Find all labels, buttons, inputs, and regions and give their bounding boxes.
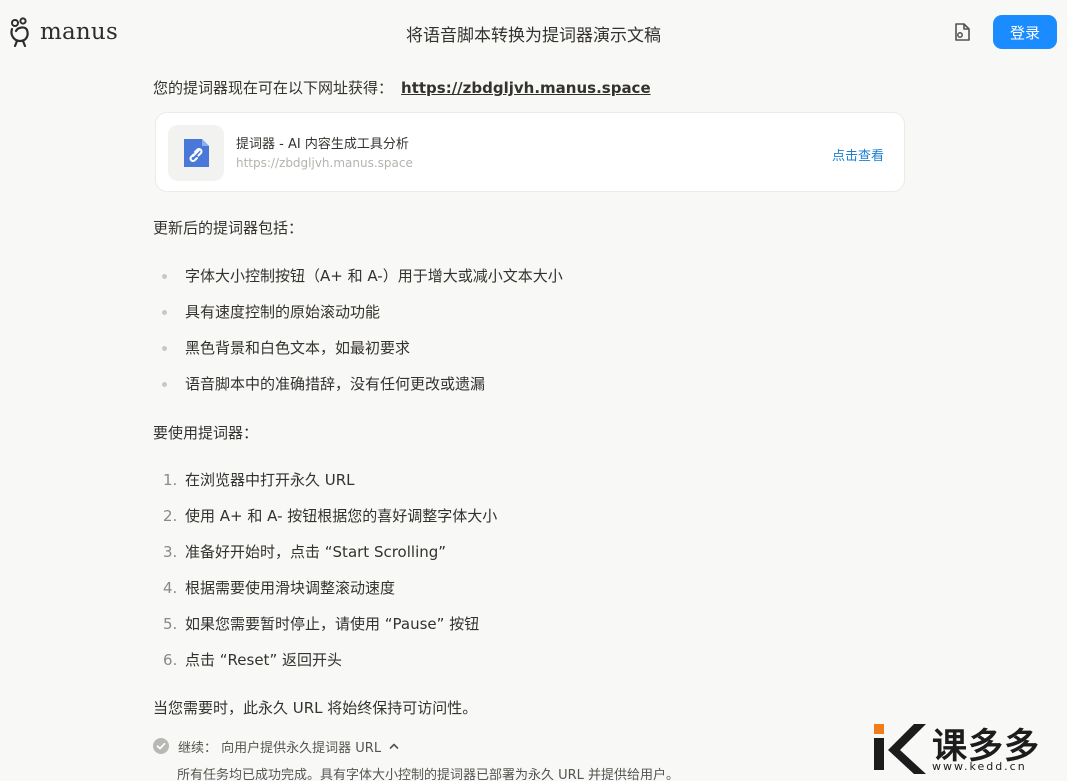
list-item: 6. 点击 “Reset” 返回开头 (153, 646, 853, 682)
step-number: 4. (163, 579, 178, 597)
watermark-logo-icon (874, 724, 926, 774)
step-number: 2. (163, 507, 178, 525)
teleprompter-url-link[interactable]: https://zbdgljvh.manus.space (401, 79, 651, 97)
closing-text: 当您需要时，此永久 URL 将始终保持可访问性。 (153, 699, 478, 717)
step-text: 点击 “Reset” 返回开头 (185, 651, 342, 669)
step-text: 使用 A+ 和 A- 按钮根据您的喜好调整字体大小 (185, 507, 498, 525)
list-item: 2. 使用 A+ 和 A- 按钮根据您的喜好调整字体大小 (153, 502, 853, 538)
features-list: 字体大小控制按钮（A+ 和 A-）用于增大或减小文本大小 具有速度控制的原始滚动… (153, 262, 853, 406)
check-circle-icon (153, 738, 169, 754)
card-title: 提词器 - AI 内容生成工具分析 (236, 137, 409, 152)
url-intro-line: 您的提词器现在可在以下网址获得： https://zbdgljvh.manus.s… (153, 74, 651, 102)
step-number: 5. (163, 615, 178, 633)
chevron-up-icon[interactable] (388, 740, 400, 752)
continue-label: 继续： 向用户提供永久提词器 URL (178, 740, 382, 756)
step-number: 6. (163, 651, 178, 669)
list-item: 黑色背景和白色文本，如最初要求 (153, 334, 853, 370)
card-url: https://zbdgljvh.manus.space (236, 156, 413, 170)
list-item: 具有速度控制的原始滚动功能 (153, 298, 853, 334)
step-number: 3. (163, 543, 178, 561)
step-text: 根据需要使用滑块调整滚动速度 (185, 579, 396, 597)
watermark-site: www.kedd.cn (932, 760, 1027, 773)
features-heading: 更新后的提词器包括： (153, 219, 304, 237)
step-text: 如果您需要暂时停止，请使用 “Pause” 按钮 (185, 615, 480, 633)
task-status-row[interactable]: 继续： 向用户提供永久提词器 URL (153, 735, 400, 757)
url-intro-text: 您的提词器现在可在以下网址获得： (153, 79, 394, 97)
list-item: 3. 准备好开始时，点击 “Start Scrolling” (153, 538, 853, 574)
usage-steps-list: 1. 在浏览器中打开永久 URL 2. 使用 A+ 和 A- 按钮根据您的喜好调整字… (153, 466, 853, 682)
list-item: 5. 如果您需要暂时停止，请使用 “Pause” 按钮 (153, 610, 853, 646)
usage-heading: 要使用提词器： (153, 424, 259, 442)
link-card[interactable]: 提词器 - AI 内容生成工具分析 https://zbdgljvh.manus… (155, 112, 905, 192)
link-file-icon (184, 139, 209, 167)
step-text: 在浏览器中打开永久 URL (185, 471, 355, 489)
step-text: 准备好开始时，点击 “Start Scrolling” (185, 543, 447, 561)
list-item: 4. 根据需要使用滑块调整滚动速度 (153, 574, 853, 610)
top-bar: manus 将语音脚本转换为提词器演示文稿 登录 (0, 0, 1067, 64)
page-title: 将语音脚本转换为提词器演示文稿 (406, 26, 661, 46)
login-button[interactable]: 登录 (993, 15, 1057, 49)
list-item: 语音脚本中的准确措辞，没有任何更改或遗漏 (153, 370, 853, 406)
list-item: 1. 在浏览器中打开永久 URL (153, 466, 853, 502)
card-icon-box (168, 125, 224, 181)
completion-text: 所有任务均已成功完成。具有字体大小控制的提词器已部署为永久 URL 并提供给用户… (177, 768, 680, 781)
list-item: 字体大小控制按钮（A+ 和 A-）用于增大或减小文本大小 (153, 262, 853, 298)
step-number: 1. (163, 471, 178, 489)
view-button[interactable]: 点击查看 (832, 145, 884, 164)
share-icon[interactable] (951, 21, 973, 43)
watermark: 课多多 www.kedd.cn (866, 716, 1061, 778)
